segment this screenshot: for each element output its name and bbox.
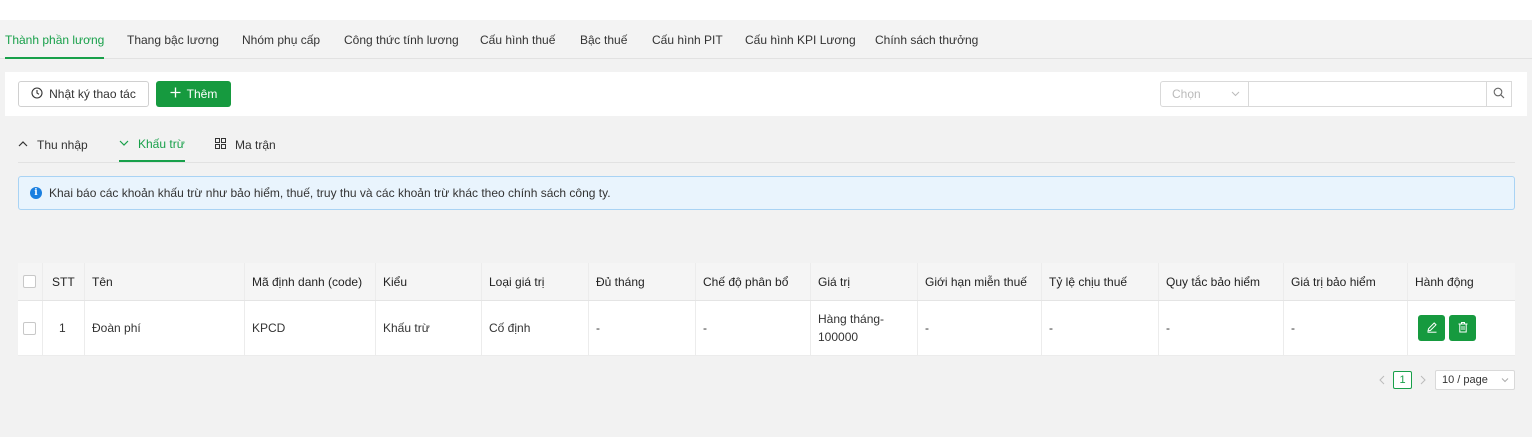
cell-quy-tac-bao-hiem: - [1159,301,1284,355]
page-size-value: 10 / page [1442,374,1488,386]
plus-icon [170,87,181,101]
tab-cau-hinh-thue[interactable]: Cấu hình thuế [480,20,555,59]
deductions-table: STT Tên Mã định danh (code) Kiểu Loại gi… [18,263,1515,356]
chevron-up-icon [18,138,28,152]
add-label: Thêm [186,87,218,101]
cell-gia-tri-line1: Hàng tháng- [818,312,885,326]
col-header-loai-gia-tri: Loại giá trị [482,263,589,300]
edit-icon [1426,321,1438,336]
cell-gioi-han-mien-thue: - [918,301,1042,355]
cell-gia-tri-bao-hiem: - [1284,301,1408,355]
table-header: STT Tên Mã định danh (code) Kiểu Loại gi… [18,263,1515,301]
col-header-hanh-dong: Hành động [1415,274,1474,289]
top-bar [0,0,1532,20]
col-header-gioi-han-mien-thue: Giới hạn miễn thuế [918,263,1042,300]
col-header-quy-tac-bao-hiem: Quy tắc bảo hiểm [1159,263,1284,300]
trash-icon [1457,321,1469,336]
col-header-kieu: Kiểu [376,263,482,300]
cell-kieu: Khấu trừ [376,301,482,355]
filter-select[interactable]: Chọn [1160,81,1249,107]
cell-gia-tri-line2: 100000 [818,330,859,344]
col-header-ten: Tên [85,263,245,300]
toolbar: Nhật ký thao tác Thêm Chọn [5,72,1527,116]
subtab-khau-tru-label: Khấu trừ [138,137,185,151]
filter-select-placeholder: Chọn [1172,87,1201,101]
chevron-down-icon [1501,371,1509,395]
col-header-gia-tri: Giá trị [811,263,918,300]
row-select [18,301,43,355]
info-alert: i Khai báo các khoản khấu trừ như bảo hi… [18,176,1515,210]
cell-du-thang: - [589,301,696,355]
cell-ten: Đoàn phí [85,301,245,355]
col-header-stt: STT [43,263,85,300]
tab-chinh-sach-thuong[interactable]: Chính sách thưởng [875,20,978,59]
history-icon [31,86,43,102]
page-size-select[interactable]: 10 / page [1435,370,1515,390]
col-header-code: Mã định danh (code) [245,263,376,300]
select-all-checkbox[interactable] [23,275,36,288]
tab-cong-thuc-tinh-luong[interactable]: Công thức tính lương [344,20,459,59]
page-number-current[interactable]: 1 [1393,371,1412,389]
grid-icon [215,138,226,152]
activity-log-button[interactable]: Nhật ký thao tác [18,81,149,107]
col-header-du-thang: Đủ tháng [589,263,696,300]
col-header-ty-le-chiu-thue: Tỷ lệ chịu thuế [1042,263,1159,300]
search-button[interactable] [1486,81,1512,107]
col-header-gia-tri-bao-hiem: Giá trị bảo hiểm [1284,263,1408,300]
main-tabs: Thành phần lương Thang bậc lương Nhóm ph… [0,20,1532,59]
cell-loai-gia-tri: Cố định [482,301,589,355]
sub-tabs: Thu nhập Khấu trừ Ma trận [18,128,1515,163]
search-icon [1493,87,1505,102]
prev-page-icon[interactable] [1378,371,1386,394]
tab-thanh-phan-luong[interactable]: Thành phần lương [5,20,105,59]
edit-button[interactable] [1418,315,1445,341]
cell-code: KPCD [245,301,376,355]
col-header-che-do-phan-bo: Chế độ phân bổ [696,263,811,300]
activity-log-label: Nhật ký thao tác [49,87,136,101]
cell-che-do-phan-bo: - [696,301,811,355]
add-button[interactable]: Thêm [156,81,231,107]
table-row: 1 Đoàn phí KPCD Khấu trừ Cố định - - Hàn… [18,301,1515,356]
cell-actions [1408,301,1515,355]
info-icon: i [30,187,42,199]
cell-stt: 1 [43,301,85,355]
subtab-thu-nhap[interactable]: Thu nhập [18,128,88,162]
cell-gia-tri: Hàng tháng- 100000 [811,301,918,355]
chevron-down-icon [1231,82,1240,114]
chevron-down-icon [119,137,129,151]
cell-ty-le-chiu-thue: - [1042,301,1159,355]
next-page-icon[interactable] [1419,371,1427,394]
search-input[interactable] [1249,81,1487,107]
subtab-thu-nhap-label: Thu nhập [37,138,88,152]
header-select-all [18,263,43,300]
subtab-khau-tru[interactable]: Khấu trừ [119,128,185,162]
tab-bac-thue[interactable]: Bậc thuế [580,20,627,59]
info-alert-text: Khai báo các khoản khấu trừ như bảo hiểm… [49,186,611,200]
delete-button[interactable] [1449,315,1476,341]
tab-thang-bac-luong[interactable]: Thang bậc lương [127,20,219,59]
row-checkbox[interactable] [23,321,36,335]
tab-nhom-phu-cap[interactable]: Nhóm phụ cấp [242,20,320,59]
subtab-ma-tran[interactable]: Ma trận [215,128,276,162]
subtab-ma-tran-label: Ma trận [235,138,276,152]
tab-cau-hinh-pit[interactable]: Cấu hình PIT [652,20,723,59]
tab-cau-hinh-kpi-luong[interactable]: Cấu hình KPI Lương [745,20,856,59]
